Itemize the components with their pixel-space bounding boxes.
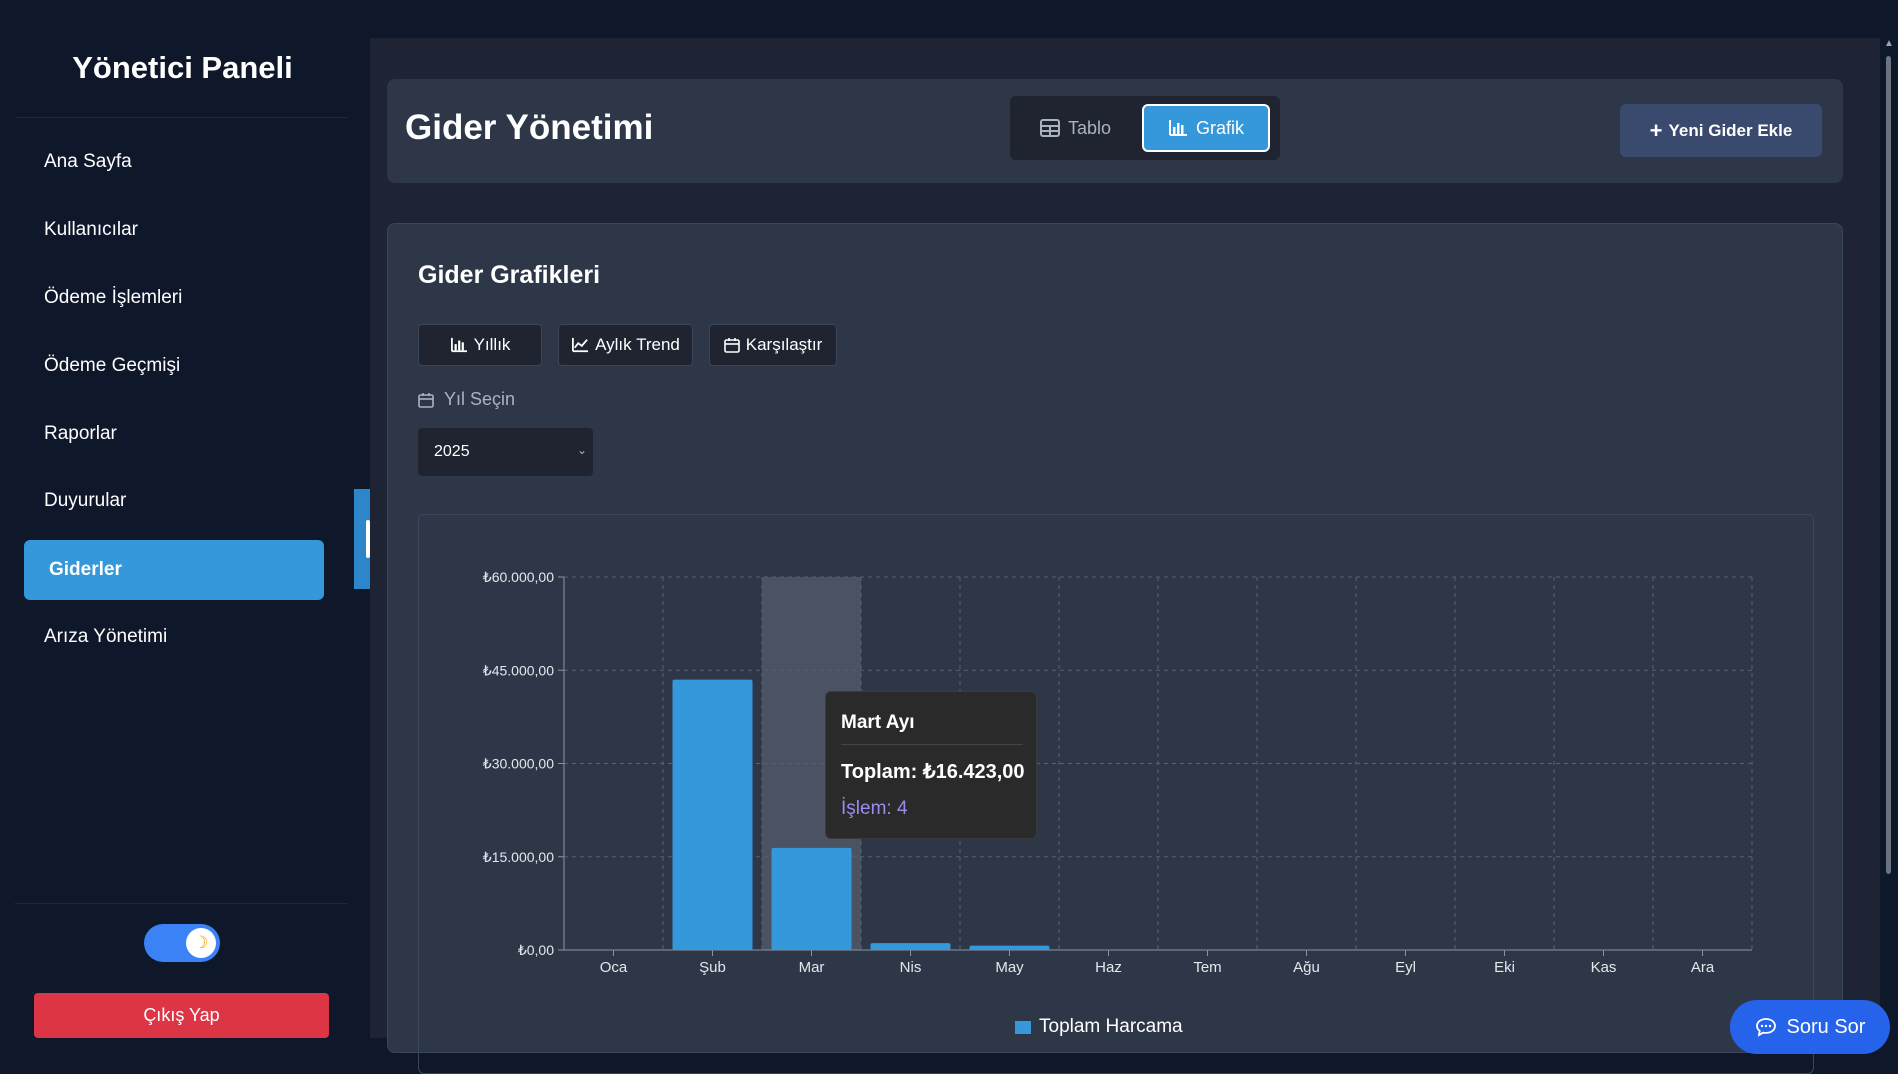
- ask-question-button[interactable]: Soru Sor: [1730, 1000, 1890, 1054]
- expense-bar-chart: ₺0,00 ₺15.000,00 ₺30.000,00 ₺45.000,00 ₺60.0…: [483, 569, 1753, 976]
- scrollbar-thumb[interactable]: [1886, 56, 1891, 874]
- scroll-up-icon: ▲: [1884, 38, 1894, 49]
- x-tick-label: Eki: [1494, 959, 1515, 976]
- divider: [841, 744, 1023, 745]
- x-tick-label: Nis: [900, 959, 922, 976]
- y-tick-label: ₺0,00: [518, 942, 554, 958]
- x-tick-label: May: [995, 959, 1024, 976]
- y-tick-label: ₺15.000,00: [483, 849, 554, 865]
- x-tick-label: Oca: [600, 959, 628, 976]
- legend-swatch: [1015, 1020, 1031, 1034]
- x-tick-label: Kas: [1591, 959, 1617, 976]
- legend-label: Toplam Harcama: [1039, 1016, 1183, 1037]
- x-tick-label: Ağu: [1293, 959, 1320, 976]
- x-tick-label: Tem: [1193, 959, 1221, 976]
- ask-question-label: Soru Sor: [1786, 1015, 1866, 1038]
- y-tick-label: ₺60.000,00: [483, 569, 554, 585]
- tooltip-total: Toplam: ₺16.423,00: [841, 761, 1025, 783]
- tooltip-count: İşlem: 4: [841, 798, 908, 819]
- chart-tooltip: Mart Ayı Toplam: ₺16.423,00 İşlem: 4: [825, 691, 1037, 839]
- x-tick-label: Ara: [1691, 959, 1715, 976]
- bar-Nis: [870, 943, 951, 950]
- bar-May: [969, 945, 1050, 950]
- bar-Şub: [672, 679, 753, 950]
- chart-legend[interactable]: Toplam Harcama: [1015, 1016, 1183, 1038]
- x-tick-label: Haz: [1095, 959, 1122, 976]
- x-tick-label: Şub: [699, 959, 726, 976]
- x-tick-label: Eyl: [1395, 959, 1416, 976]
- bar-Mar: [771, 847, 852, 950]
- x-tick-label: Mar: [799, 959, 825, 976]
- tooltip-title: Mart Ayı: [841, 712, 915, 733]
- chat-bubble-icon: [1755, 1018, 1776, 1037]
- y-tick-label: ₺30.000,00: [483, 756, 554, 772]
- page-scrollbar[interactable]: ▲: [1884, 38, 1894, 874]
- y-tick-label: ₺45.000,00: [483, 662, 554, 678]
